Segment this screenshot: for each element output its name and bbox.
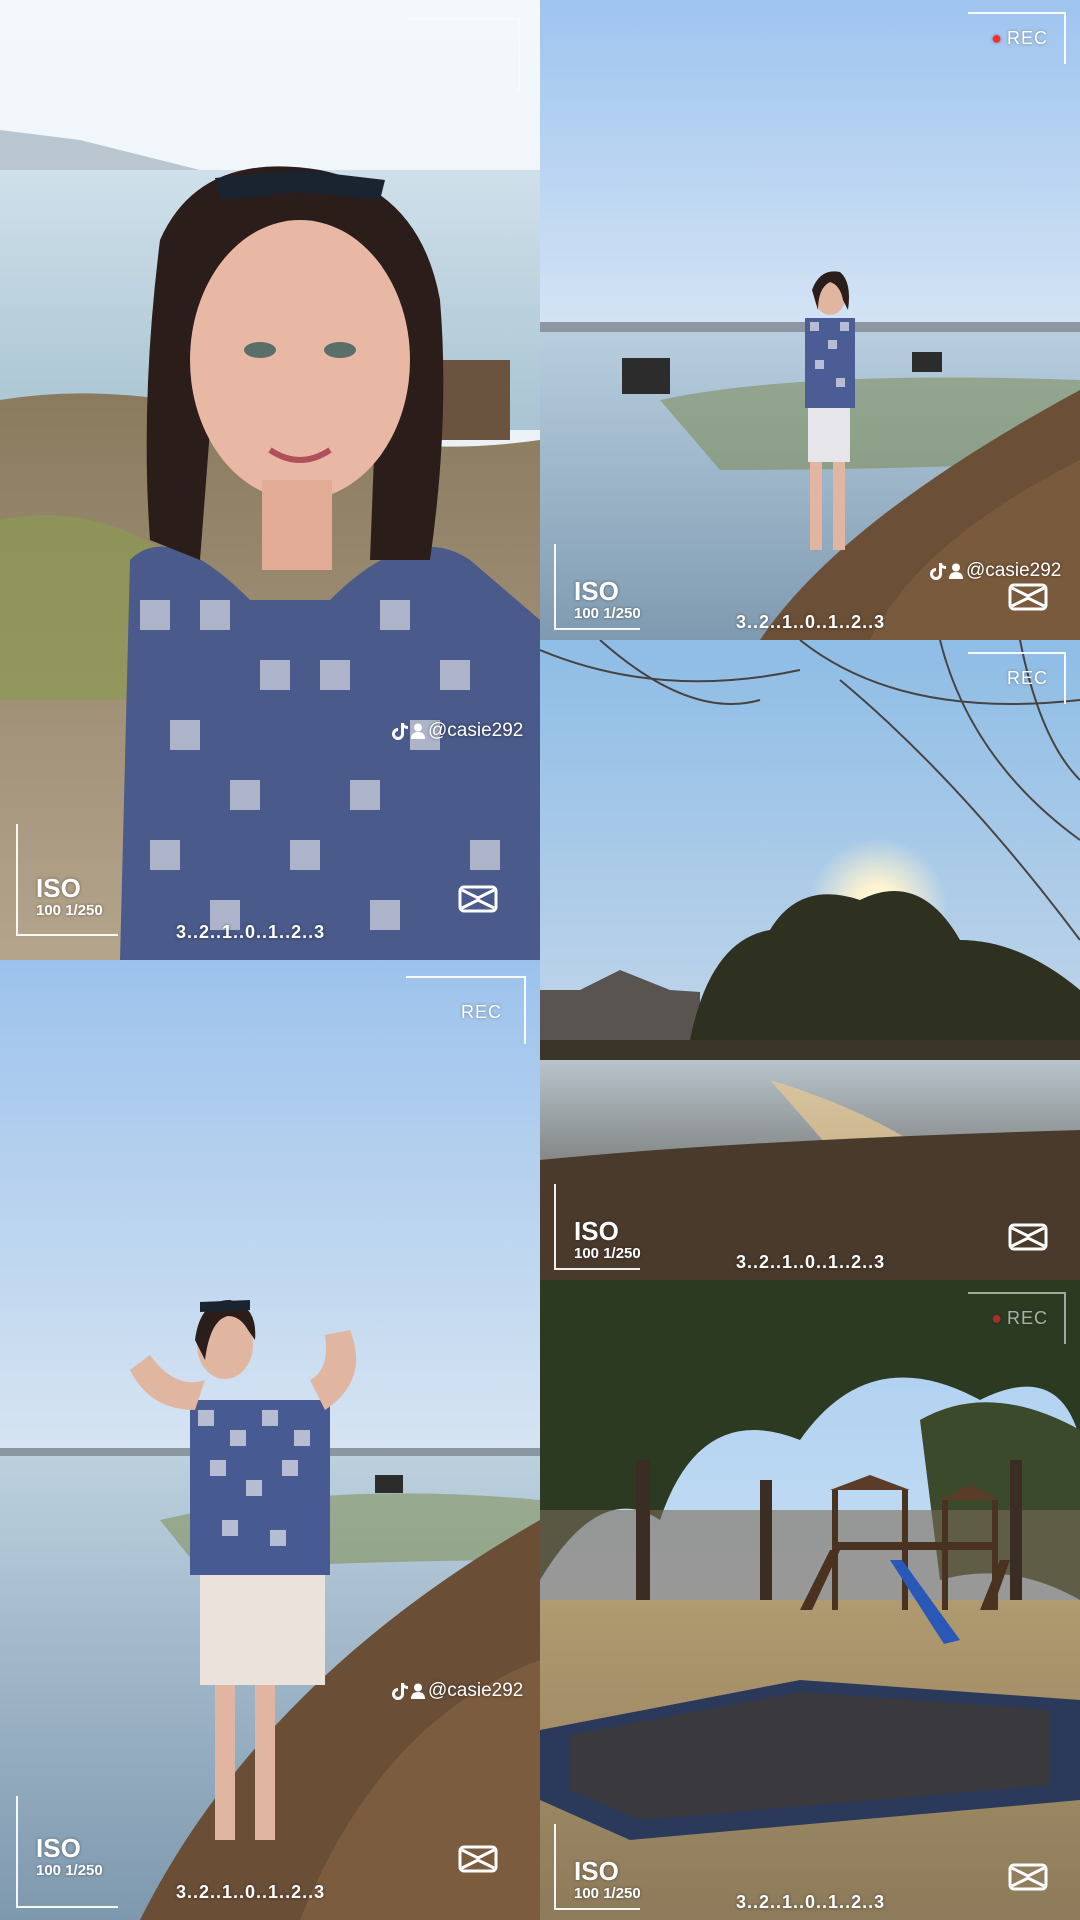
rec-indicator: REC: [461, 1002, 502, 1023]
selfie-scene: [0, 0, 540, 960]
exposure-scale: 3..2..1..0..1..2..3: [736, 612, 886, 632]
rec-label: REC: [1006, 668, 1048, 688]
photo-panel-playground: ● REC ISO 100 1/250 3..2..1..0..1..2..3: [540, 1280, 1080, 1920]
iso-readout: ISO 100 1/250: [574, 578, 641, 621]
iso-label: ISO: [574, 576, 619, 606]
iso-readout: ISO 100 1/250: [574, 1858, 641, 1901]
exposure-scale: 3..2..1..0..1..2..3: [176, 922, 326, 942]
rec-indicator: ● REC: [991, 1308, 1048, 1329]
capcut-icon: [1008, 1863, 1048, 1891]
capcut-icon: [458, 885, 498, 913]
watermark-handle: @casie292: [966, 560, 1062, 581]
lake-posing-scene: [0, 960, 540, 1920]
photo-panel-lake-posing: REC ISO 100 1/250 3..2..1..0..1..2..3 @c…: [0, 960, 540, 1920]
iso-values: 100 1/250: [574, 1885, 641, 1902]
tiktok-watermark: @casie292: [392, 720, 523, 742]
rec-label: REC: [1006, 28, 1048, 48]
iso-readout: ISO 100 1/250: [36, 1835, 103, 1878]
iso-label: ISO: [574, 1856, 619, 1886]
rec-indicator: REC: [1007, 668, 1048, 689]
watermark-handle: @casie292: [428, 1680, 524, 1701]
user-icon: [411, 1683, 425, 1699]
capcut-icon: [458, 1845, 498, 1873]
capcut-icon: [1008, 1223, 1048, 1251]
tiktok-icon: [392, 1683, 408, 1700]
iso-label: ISO: [36, 1833, 81, 1863]
iso-values: 100 1/250: [574, 605, 641, 622]
iso-values: 100 1/250: [36, 1862, 103, 1879]
tiktok-watermark: @casie292: [392, 1680, 523, 1702]
capcut-icon: [1008, 583, 1048, 611]
rec-label: REC: [460, 1002, 502, 1022]
iso-values: 100 1/250: [36, 902, 103, 919]
iso-readout: ISO 100 1/250: [574, 1218, 641, 1261]
tiktok-watermark: @casie292: [930, 560, 1061, 582]
user-icon: [949, 563, 963, 579]
photo-panel-sunset-pond: REC ISO 100 1/250 3..2..1..0..1..2..3: [540, 640, 1080, 1280]
iso-readout: ISO 100 1/250: [36, 875, 103, 918]
rec-indicator: ● REC: [991, 28, 1048, 49]
viewfinder-corner-top-right: [408, 18, 520, 90]
watermark-handle: @casie292: [428, 720, 524, 741]
tiktok-icon: [930, 563, 946, 580]
iso-values: 100 1/250: [574, 1245, 641, 1262]
iso-label: ISO: [36, 873, 81, 903]
photo-panel-selfie: ISO 100 1/250 3..2..1..0..1..2..3 @casie…: [0, 0, 540, 960]
exposure-scale: 3..2..1..0..1..2..3: [736, 1252, 886, 1272]
photo-panel-lake-standing: ● REC ISO 100 1/250 3..2..1..0..1..2..3 @…: [540, 0, 1080, 640]
tiktok-icon: [392, 723, 408, 740]
rec-label: REC: [1006, 1308, 1048, 1328]
iso-label: ISO: [574, 1216, 619, 1246]
exposure-scale: 3..2..1..0..1..2..3: [176, 1882, 326, 1902]
rec-dot-icon: ●: [991, 1308, 1003, 1328]
exposure-scale: 3..2..1..0..1..2..3: [736, 1892, 886, 1912]
rec-dot-icon: ●: [991, 28, 1003, 48]
user-icon: [411, 723, 425, 739]
